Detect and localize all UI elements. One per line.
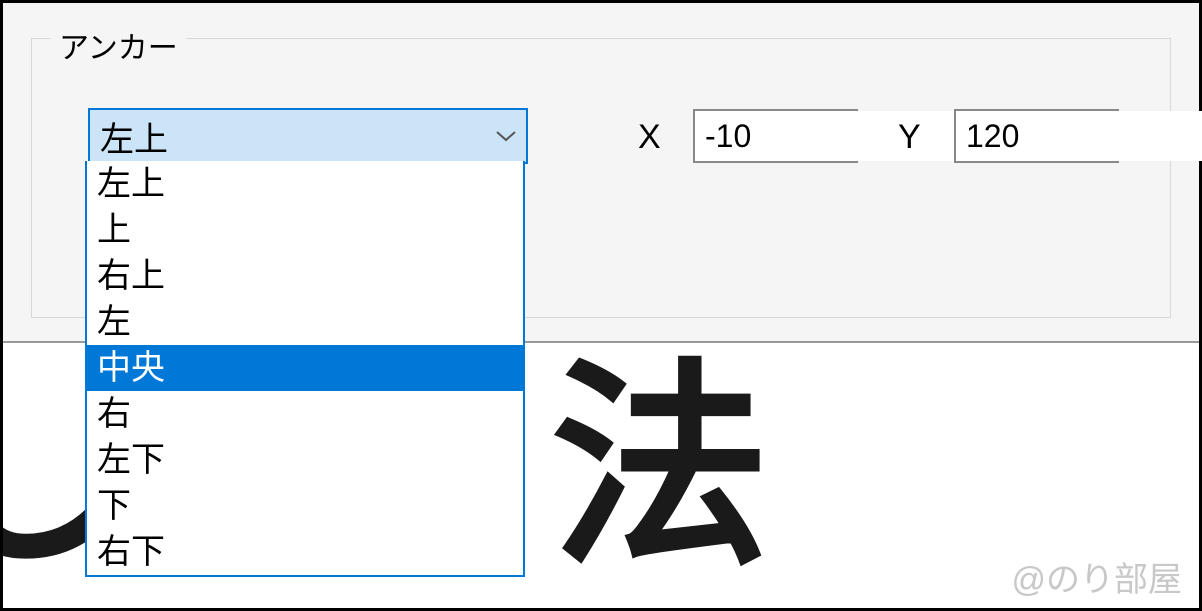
dropdown-item[interactable]: 右上 <box>87 253 523 299</box>
anchor-dropdown-list[interactable]: 左上上右上左中央右左下下右下 <box>85 161 525 577</box>
x-spinner[interactable] <box>693 109 858 163</box>
y-spinner[interactable] <box>954 109 1119 163</box>
dropdown-item[interactable]: 下 <box>87 483 523 529</box>
dropdown-item[interactable]: 右下 <box>87 529 523 575</box>
dropdown-item[interactable]: 中央 <box>87 345 523 391</box>
chevron-down-icon <box>486 110 526 162</box>
dropdown-item[interactable]: 左 <box>87 299 523 345</box>
y-label: Y <box>898 118 921 157</box>
fieldset-legend: アンカー <box>51 23 186 67</box>
combobox-selected-text: 左上 <box>100 112 486 161</box>
watermark-text: @のり部屋 <box>1011 552 1182 601</box>
anchor-combobox[interactable]: 左上 <box>88 108 528 164</box>
dropdown-item[interactable]: 左上 <box>87 161 523 207</box>
dropdown-item[interactable]: 右 <box>87 391 523 437</box>
dropdown-item[interactable]: 上 <box>87 207 523 253</box>
y-input[interactable] <box>956 111 1202 161</box>
dropdown-item[interactable]: 左下 <box>87 437 523 483</box>
x-label: X <box>638 118 661 157</box>
